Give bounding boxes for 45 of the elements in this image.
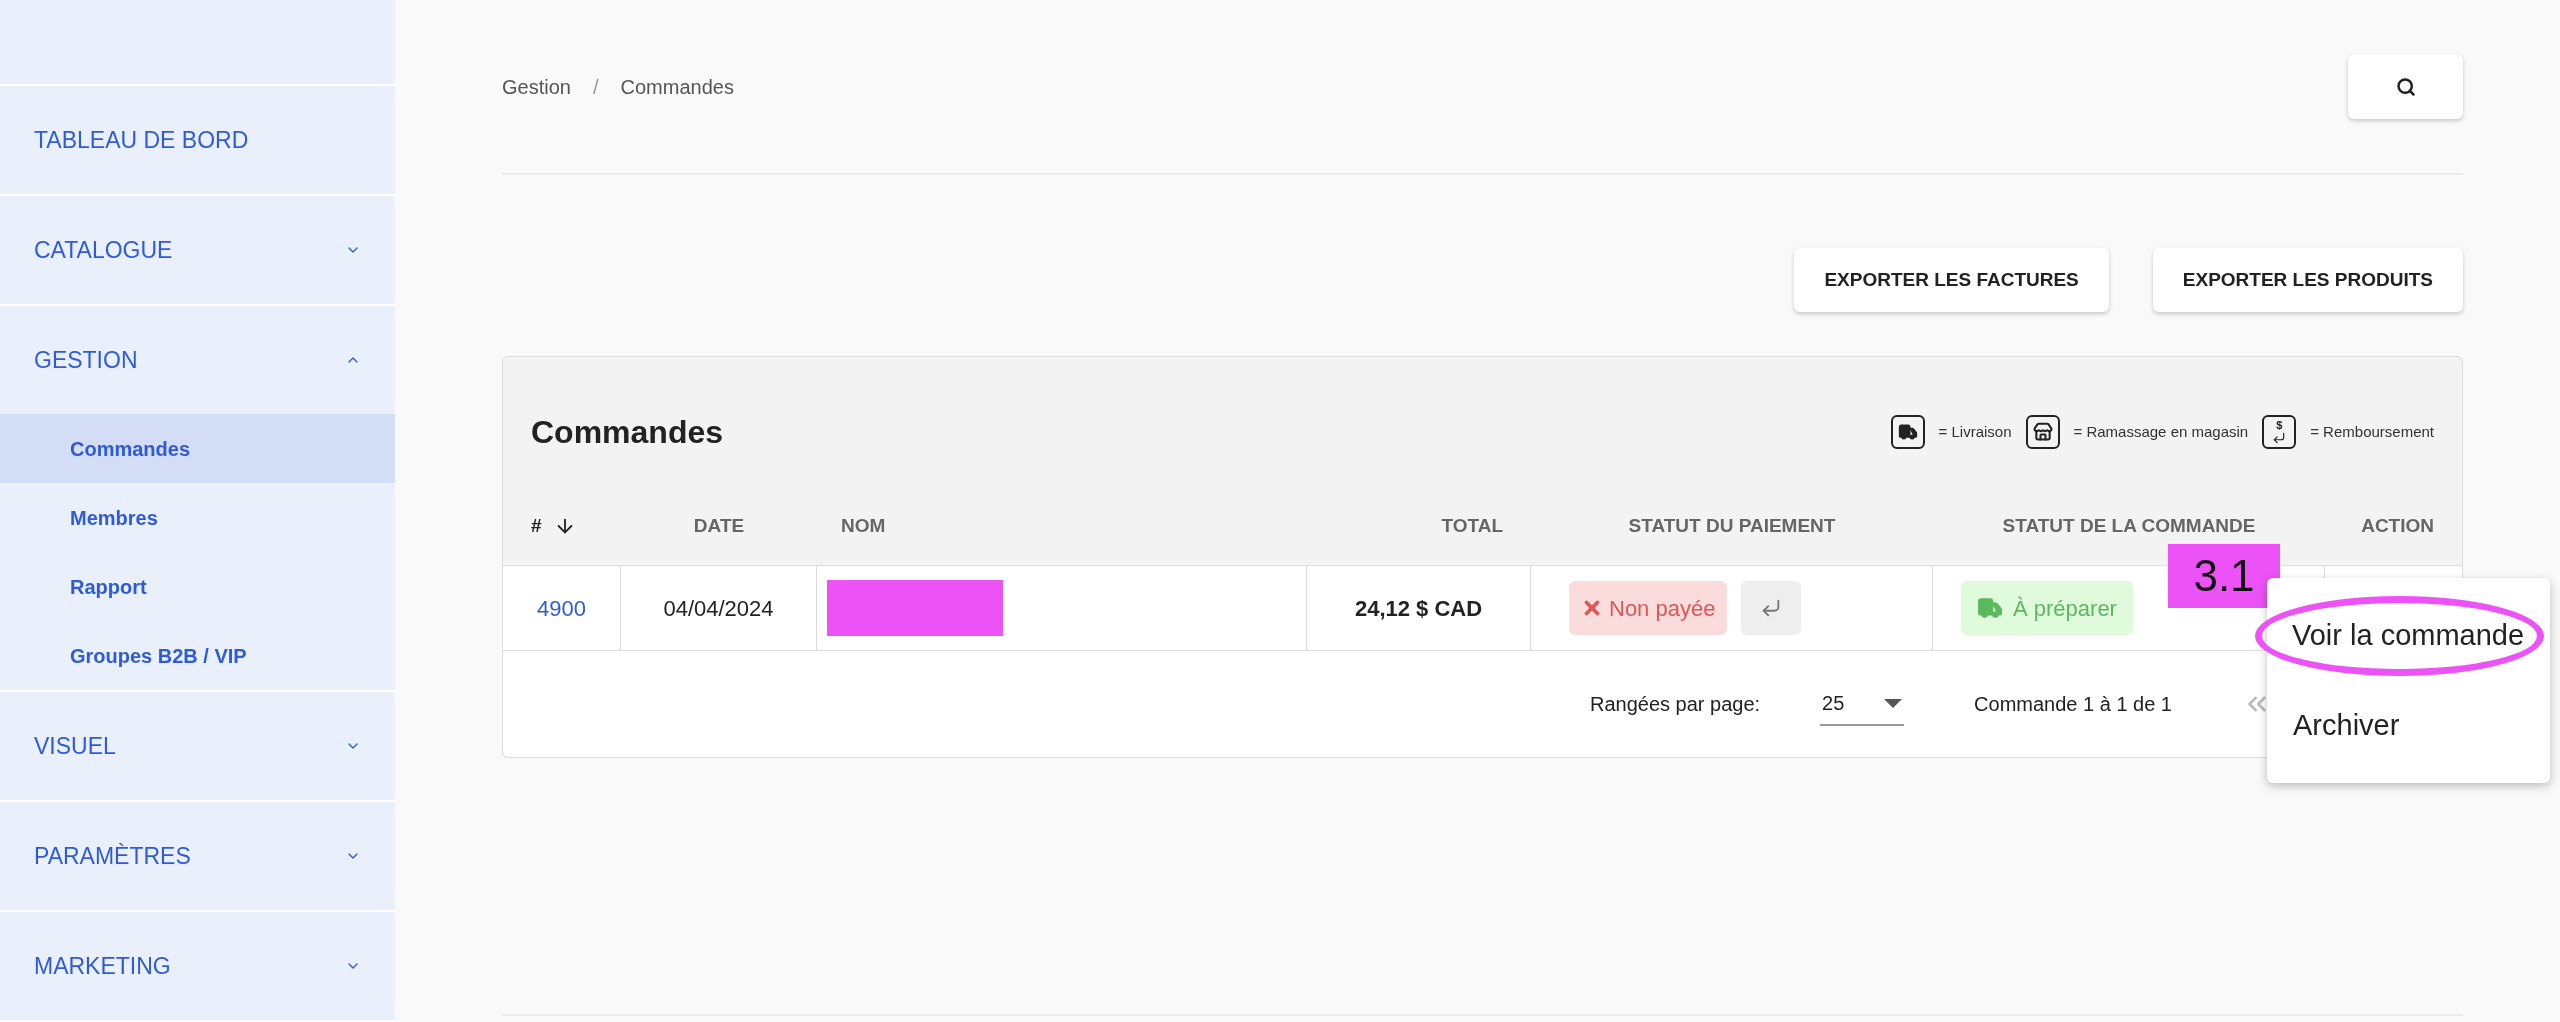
total-cell-text: 24,12 $ CAD: [1354, 594, 1483, 623]
column-header: TOTAL: [1441, 513, 1503, 538]
store-icon: [2025, 415, 2060, 449]
card-title: Commandes: [531, 413, 724, 452]
legend-label: = Livraison: [1938, 421, 2012, 442]
dropdown-caret-icon: [1884, 698, 1903, 708]
menu-item[interactable]: Archiver: [2267, 685, 2550, 766]
order-number-link[interactable]: 4900: [537, 591, 586, 625]
column-header[interactable]: #: [531, 511, 542, 541]
sidebar-subitem[interactable]: Groupes B2B / VIP: [0, 621, 395, 690]
export-button[interactable]: EXPORTER LES FACTURES: [1794, 248, 2109, 312]
search-icon: [2395, 76, 2416, 97]
sidebar-item[interactable]: PARAMÈTRES: [0, 802, 395, 910]
sidebar-item[interactable]: MARKETING: [0, 912, 395, 1020]
breadcrumb-current: Commandes: [620, 74, 734, 100]
rows-per-page-label: Rangées par page:: [1589, 692, 1761, 717]
menu-item[interactable]: Voir la commande: [2255, 595, 2544, 676]
sidebar-item[interactable]: CATALOGUE: [0, 196, 395, 304]
sidebar-subitem[interactable]: Rapport: [0, 552, 395, 621]
search-button[interactable]: [2348, 54, 2463, 119]
column-header: STATUT DE LA COMMANDE: [2002, 513, 2256, 538]
column-header: ACTION: [2361, 513, 2434, 538]
breadcrumb-separator: /: [592, 74, 599, 100]
column-header: STATUT DU PAIEMENT: [1628, 513, 1836, 538]
export-button[interactable]: EXPORTER LES PRODUITS: [2152, 248, 2463, 312]
sidebar-subitem[interactable]: Membres: [0, 483, 395, 552]
truck-icon: [1890, 415, 1925, 449]
refund-button[interactable]: [1741, 581, 1802, 635]
refund-icon: $: [2262, 415, 2297, 449]
column-header: DATE: [693, 513, 745, 538]
legend-label: = Ramassage en magasin: [2073, 421, 2249, 442]
column-header: NOM: [841, 513, 886, 538]
payment-status-badge: Non payée: [1569, 581, 1728, 635]
sidebar-item[interactable]: VISUEL: [0, 692, 395, 800]
order-status-badge: À préparer: [1961, 581, 2133, 635]
date-cell-text: 04/04/2024: [663, 594, 774, 623]
sidebar-subitem[interactable]: Commandes: [0, 414, 395, 483]
annotation-label: 3.1: [2168, 544, 2280, 608]
sidebar-item[interactable]: TABLEAU DE BORD: [0, 86, 395, 194]
rows-per-page-select[interactable]: 25: [1820, 682, 1905, 726]
sidebar-item[interactable]: GESTION: [0, 306, 395, 414]
breadcrumb-link[interactable]: Gestion: [502, 71, 571, 102]
truck-icon: [1977, 595, 2003, 621]
legend-label: = Remboursement: [2310, 421, 2434, 442]
pagination-range: Commande 1 à 1 de 1: [1974, 692, 2172, 717]
